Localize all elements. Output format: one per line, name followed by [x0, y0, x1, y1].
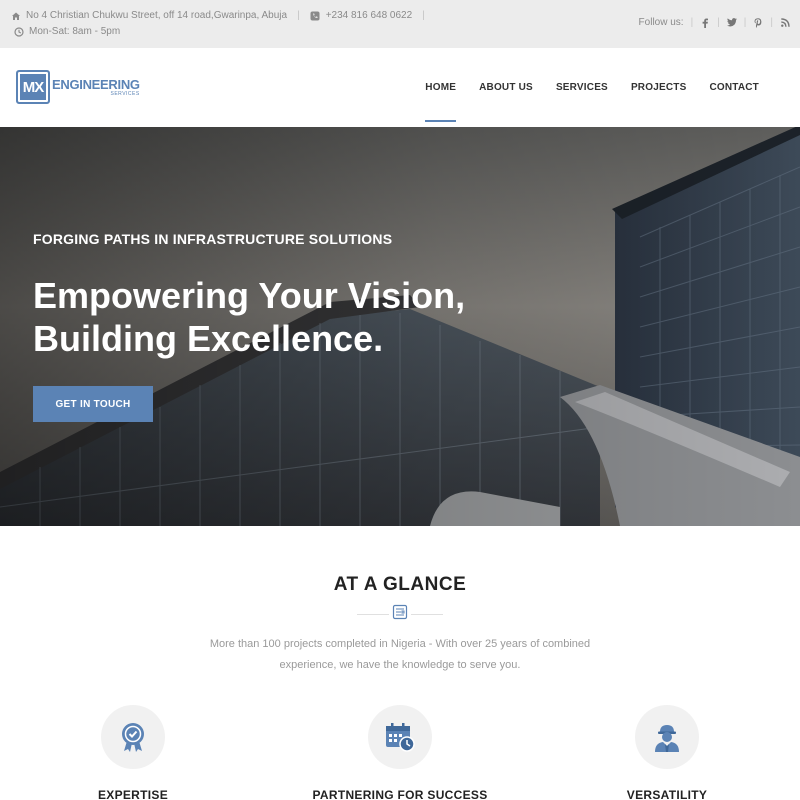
feature-label: VERSATILITY: [626, 788, 708, 800]
get-in-touch-button[interactable]: GET IN TOUCH: [33, 386, 153, 422]
phone-icon: [310, 10, 321, 21]
blueprint-icon: [392, 604, 408, 625]
hours-text: Mon-Sat: 8am - 5pm: [29, 26, 121, 37]
rss-icon[interactable]: [780, 18, 790, 28]
glance-description: More than 100 projects completed in Nige…: [209, 638, 591, 671]
nav-contact[interactable]: CONTACT: [709, 48, 759, 127]
logo-tagline: SERVICES: [110, 90, 140, 97]
follow-us: Follow us: | | | |: [639, 17, 790, 28]
main-nav: HOME ABOUT US SERVICES PROJECTS CONTACT: [402, 48, 759, 127]
award-badge-icon: [101, 705, 165, 769]
nav-home[interactable]: HOME: [425, 48, 456, 127]
hero-title: Empowering Your Vision, Building Excelle…: [33, 274, 465, 360]
logo-mark: MX: [16, 70, 50, 104]
feature-label: EXPERTISE: [97, 788, 169, 800]
hero-title-line2: Building Excellence.: [33, 318, 384, 359]
main-header: MX ENGINEERING SERVICES HOME ABOUT US SE…: [0, 48, 800, 127]
logo-name: ENGINEERING: [52, 76, 140, 92]
calendar-clock-icon: [368, 705, 432, 769]
engineer-worker-icon: [635, 705, 699, 769]
home-icon: [10, 10, 21, 21]
hours-line: Mon-Sat: 8am - 5pm: [13, 26, 120, 37]
phone-text[interactable]: +234 816 648 0622: [326, 10, 412, 21]
top-info-bar: No 4 Christian Chukwu Street, off 14 roa…: [0, 0, 800, 48]
twitter-icon[interactable]: [726, 18, 737, 28]
glance-title: AT A GLANCE: [333, 574, 467, 595]
pinterest-icon[interactable]: [753, 17, 763, 28]
nav-projects[interactable]: PROJECTS: [631, 48, 687, 127]
contact-line: No 4 Christian Chukwu Street, off 14 roa…: [10, 10, 435, 21]
hero-subtitle: FORGING PATHS IN INFRASTRUCTURE SOLUTION…: [33, 231, 393, 247]
clock-icon: [13, 26, 24, 37]
address-text: No 4 Christian Chukwu Street, off 14 roa…: [26, 10, 288, 21]
feature-expertise: EXPERTISE: [33, 705, 233, 800]
site-logo[interactable]: MX ENGINEERING SERVICES: [16, 70, 140, 104]
section-divider: [357, 604, 443, 624]
feature-partnering: PARTNERING FOR SUCCESS: [300, 705, 500, 800]
facebook-icon[interactable]: [700, 18, 710, 28]
hero-title-line1: Empowering Your Vision,: [33, 275, 466, 316]
nav-services[interactable]: SERVICES: [556, 48, 608, 127]
feature-label: PARTNERING FOR SUCCESS: [312, 788, 488, 800]
nav-about-us[interactable]: ABOUT US: [479, 48, 533, 127]
feature-versatility: VERSATILITY: [567, 705, 767, 800]
hero-banner: FORGING PATHS IN INFRASTRUCTURE SOLUTION…: [0, 127, 800, 526]
follow-label: Follow us:: [638, 17, 684, 28]
